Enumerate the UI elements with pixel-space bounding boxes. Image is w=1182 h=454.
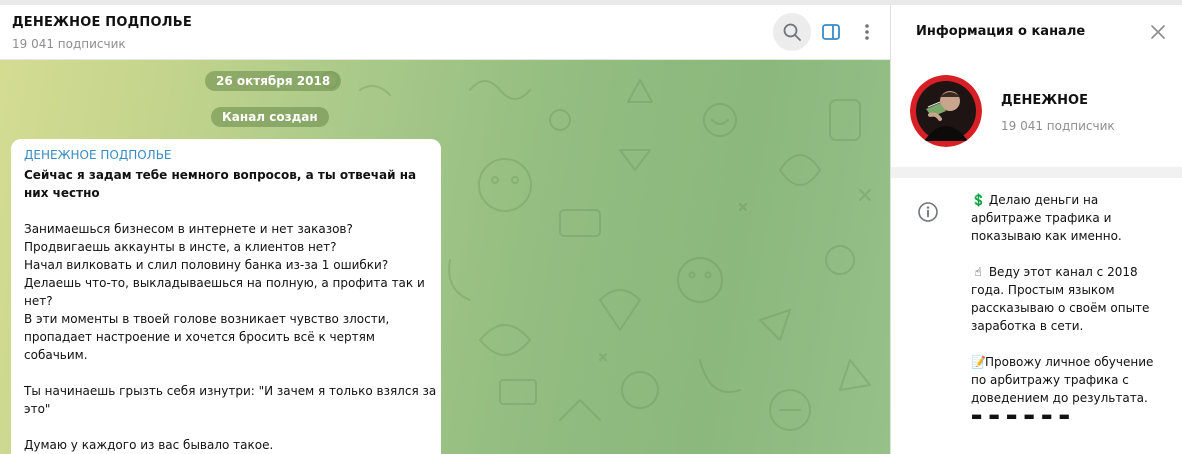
search-button[interactable] xyxy=(773,13,811,51)
pointing-up-emoji-icon: ☝ xyxy=(974,265,982,279)
message-line: Делаешь что-то, выкладываешься на полную… xyxy=(24,276,425,290)
description-gap xyxy=(971,335,1171,353)
message-bubble[interactable]: ДЕНЕЖНОЕ ПОДПОЛЬЕ Сейчас я задам тебе не… xyxy=(11,139,441,454)
message-line: собачьим. xyxy=(24,348,88,362)
date-divider: 26 октября 2018 xyxy=(205,71,342,91)
channel-description: 💲 Делаю деньги на арбитраже трафика и по… xyxy=(971,191,1171,425)
message-line: нет? xyxy=(24,294,53,308)
message-line: Начал вилковать и слил половину банка из… xyxy=(24,258,389,272)
description-paragraph: 📝Провожу личное обучение по арбитражу тр… xyxy=(971,353,1171,407)
channel-subscriber-count: 19 041 подписчик xyxy=(1001,119,1115,133)
close-icon xyxy=(1151,25,1165,39)
close-panel-button[interactable] xyxy=(1146,20,1170,44)
chat-header[interactable]: ДЕНЕЖНОЕ ПОДПОЛЬЕ 19 041 подписчик xyxy=(0,5,890,60)
message-line: Думаю у каждого из вас бывало такое. xyxy=(24,438,274,452)
panel-title: Информация о канале xyxy=(916,24,1086,39)
search-icon xyxy=(783,23,801,41)
channel-name: ДЕНЕЖНОЕ xyxy=(1001,93,1088,108)
info-icon xyxy=(917,201,939,227)
message-headline: Сейчас я задам тебе немного вопросов, а … xyxy=(24,168,417,200)
memo-emoji-icon: 📝 xyxy=(971,355,986,369)
description-text: Делаю деньги на арбитраже трафика и пока… xyxy=(971,193,1122,243)
chat-subscriber-count: 19 041 подписчик xyxy=(12,37,126,51)
description-dashes: ▬ ▬ ▬ ▬ ▬ ▬ xyxy=(971,409,1071,423)
message-line: Продвигаешь аккаунты в инсте, а клиентов… xyxy=(24,240,337,254)
message-line: Ты начинаешь грызть себя изнутри: "И зач… xyxy=(24,384,437,398)
message-line: пропадает настроение и хочется бросить в… xyxy=(24,330,375,344)
section-divider xyxy=(891,167,1182,178)
dollar-emoji-icon: 💲 xyxy=(971,193,986,207)
channel-avatar[interactable] xyxy=(910,75,982,147)
description-text: Веду этот канал с 2018 года. Простым язы… xyxy=(971,265,1150,333)
message-line: В эти моменты в твоей голове возникает ч… xyxy=(24,312,390,326)
service-message-channel-created: Канал создан xyxy=(211,107,329,127)
message-line: Занимаешься бизнесом в интернете и нет з… xyxy=(24,222,353,236)
description-gap xyxy=(971,245,1171,263)
toggle-side-panel-button[interactable] xyxy=(812,13,850,51)
more-options-button[interactable] xyxy=(848,13,886,51)
chat-title[interactable]: ДЕНЕЖНОЕ ПОДПОЛЬЕ xyxy=(12,15,192,30)
more-vertical-icon xyxy=(865,24,869,40)
message-line: это" xyxy=(24,402,51,416)
description-paragraph: ☝ Веду этот канал с 2018 года. Простым я… xyxy=(971,263,1171,335)
avatar-image xyxy=(910,75,982,147)
side-panel-icon xyxy=(822,24,840,40)
message-text: Занимаешься бизнесом в интернете и нет з… xyxy=(24,220,437,454)
channel-info-panel: Информация о канале ДЕНЕЖНОЕ 19 041 подп… xyxy=(890,5,1182,454)
chat-messages-area[interactable]: 26 октября 2018 Канал создан ДЕНЕЖНОЕ ПО… xyxy=(0,60,890,454)
description-text: Провожу личное обучение по арбитражу тра… xyxy=(971,355,1154,405)
description-paragraph: 💲 Делаю деньги на арбитраже трафика и по… xyxy=(971,191,1171,245)
message-sender[interactable]: ДЕНЕЖНОЕ ПОДПОЛЬЕ xyxy=(24,148,172,162)
